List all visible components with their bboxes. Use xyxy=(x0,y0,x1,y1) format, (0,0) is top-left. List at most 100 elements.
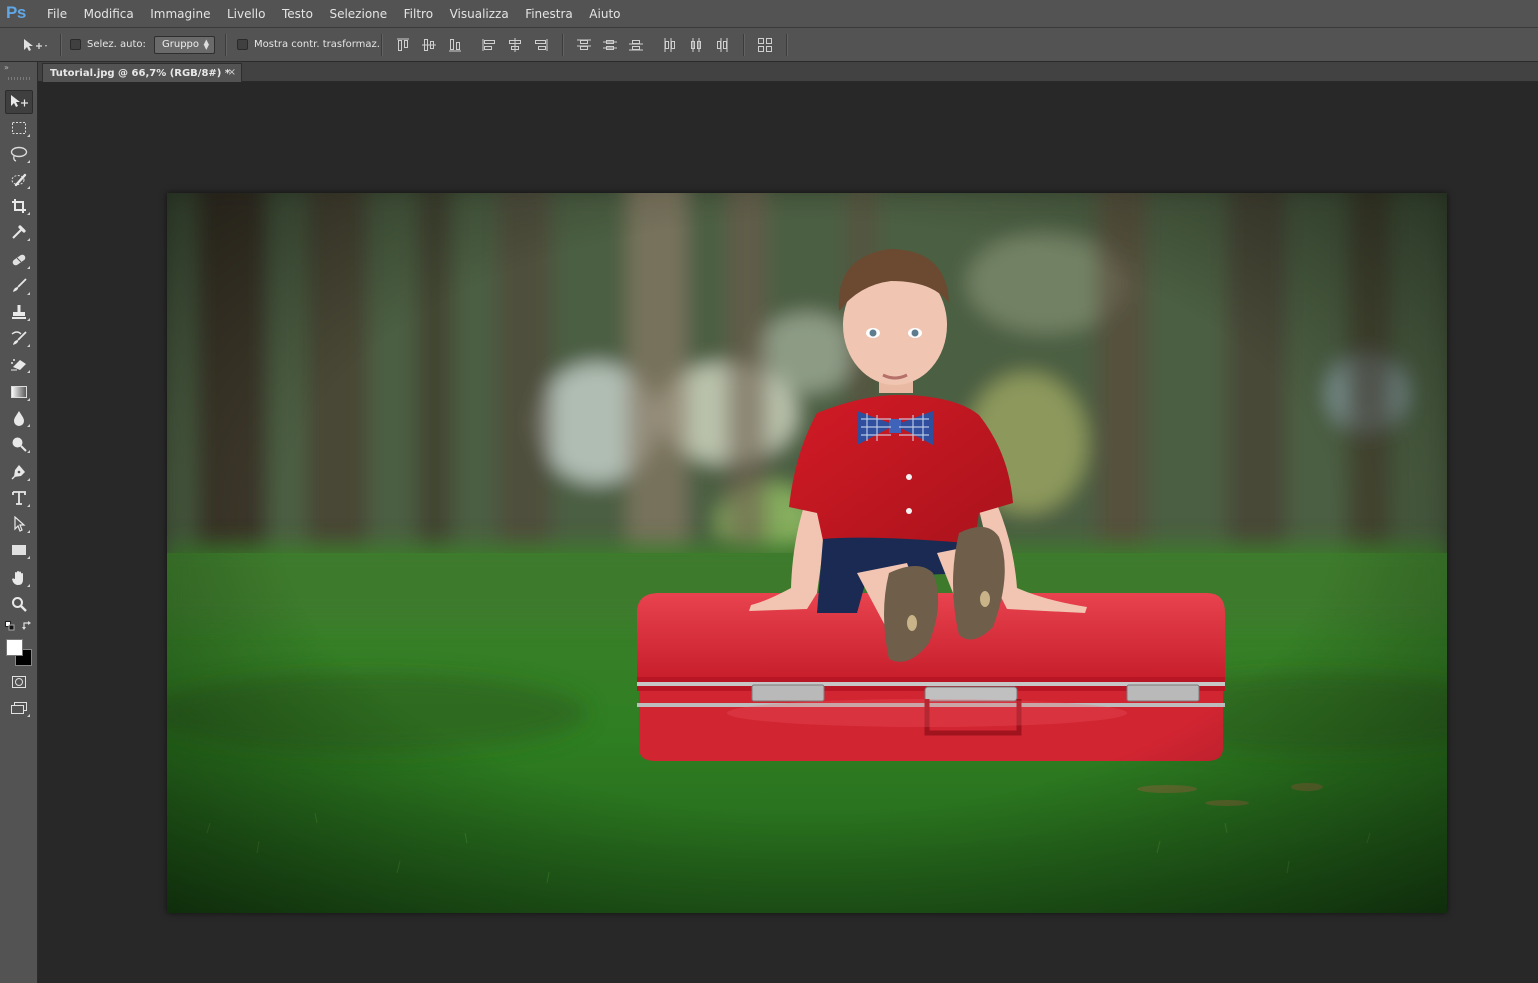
separator xyxy=(786,34,788,56)
blur-icon xyxy=(14,411,24,426)
healing-brush-tool[interactable] xyxy=(5,248,33,272)
type-icon xyxy=(12,491,26,505)
document-tab[interactable]: Tutorial.jpg @ 66,7% (RGB/8#) * × xyxy=(42,63,242,82)
menu-file[interactable]: File xyxy=(47,7,67,21)
auto-select-label: Selez. auto: xyxy=(87,39,146,50)
eyedropper-icon xyxy=(12,225,26,239)
show-transform-option[interactable]: Mostra contr. trasformaz. xyxy=(237,28,380,61)
distribute-left-edges-icon[interactable] xyxy=(662,37,678,53)
clone-stamp-tool[interactable] xyxy=(5,300,33,324)
brush-icon xyxy=(13,278,27,292)
clone-stamp-icon xyxy=(12,305,26,319)
align-top-edges-icon[interactable] xyxy=(395,37,411,53)
menu-visualizza[interactable]: Visualizza xyxy=(450,7,509,21)
separator xyxy=(381,34,383,56)
move-tool[interactable] xyxy=(5,90,33,114)
history-brush-tool[interactable] xyxy=(5,326,33,350)
separator xyxy=(60,34,62,56)
distribute-bottom-edges-icon[interactable] xyxy=(628,37,644,53)
show-transform-checkbox[interactable] xyxy=(237,39,248,50)
lasso-tool[interactable] xyxy=(5,142,33,166)
quick-mask-button[interactable] xyxy=(5,670,33,694)
blur-tool[interactable] xyxy=(5,406,33,430)
healing-brush-icon xyxy=(12,254,26,266)
move-icon xyxy=(11,95,28,107)
align-horizontal-centers-icon[interactable] xyxy=(507,37,523,53)
menu-finestra[interactable]: Finestra xyxy=(525,7,573,21)
auto-align-layers-icon[interactable] xyxy=(757,37,773,53)
distribute-top-edges-icon[interactable] xyxy=(576,37,592,53)
dodge-icon xyxy=(12,437,27,452)
auto-select-checkbox[interactable] xyxy=(70,39,81,50)
rectangular-marquee-icon xyxy=(12,122,26,134)
quick-selection-icon xyxy=(11,173,27,187)
document-tab-strip: Tutorial.jpg @ 66,7% (RGB/8#) * × xyxy=(38,62,1538,82)
zoom-icon xyxy=(12,597,27,612)
path-selection-icon xyxy=(14,516,26,532)
quick-mask-icon xyxy=(12,676,26,688)
auto-select-option[interactable]: Selez. auto: xyxy=(70,28,146,61)
crop-tool[interactable] xyxy=(5,194,33,218)
screen-mode-icon xyxy=(11,702,27,714)
document-canvas-image[interactable] xyxy=(167,193,1447,913)
rectangular-marquee-tool[interactable] xyxy=(5,116,33,140)
align-vertical-centers-icon[interactable] xyxy=(421,37,437,53)
type-tool[interactable] xyxy=(5,486,33,510)
screen-mode-button[interactable] xyxy=(5,696,33,720)
eyedropper-tool[interactable] xyxy=(5,220,33,244)
photo-boy-on-red-suitcase xyxy=(167,193,1447,913)
tool-preset-picker[interactable] xyxy=(22,28,48,61)
align-bottom-edges-icon[interactable] xyxy=(447,37,463,53)
menu-selezione[interactable]: Selezione xyxy=(329,7,387,21)
quick-selection-tool[interactable] xyxy=(5,168,33,192)
menu-filtro[interactable]: Filtro xyxy=(404,7,433,21)
path-selection-tool[interactable] xyxy=(5,512,33,536)
align-left-edges-icon[interactable] xyxy=(481,37,497,53)
distribute-horizontal-centers-icon[interactable] xyxy=(688,37,704,53)
group-dropdown-value: Gruppo xyxy=(162,39,200,50)
document-tab-title: Tutorial.jpg @ 66,7% (RGB/8#) * xyxy=(50,67,231,79)
history-brush-icon xyxy=(11,331,27,345)
menu-modifica[interactable]: Modifica xyxy=(84,7,134,21)
close-icon[interactable]: × xyxy=(228,67,236,78)
photoshop-logo: Ps xyxy=(6,3,26,22)
main-menu: File Modifica Immagine Livello Testo Sel… xyxy=(47,7,637,21)
align-right-edges-icon[interactable] xyxy=(533,37,549,53)
dropdown-arrows-icon: ▲ ▼ xyxy=(203,37,209,51)
dodge-tool[interactable] xyxy=(5,432,33,456)
distribute-right-edges-icon[interactable] xyxy=(714,37,730,53)
zoom-tool[interactable] xyxy=(5,592,33,616)
auto-select-target[interactable]: Gruppo ▲ ▼ xyxy=(154,28,215,61)
swap-colors-icon[interactable] xyxy=(22,620,33,631)
lasso-icon xyxy=(10,146,28,162)
menu-immagine[interactable]: Immagine xyxy=(150,7,210,21)
move-tool-preset-icon xyxy=(24,38,47,51)
menu-aiuto[interactable]: Aiuto xyxy=(589,7,620,21)
brush-tool[interactable] xyxy=(5,274,33,298)
show-transform-label: Mostra contr. trasformaz. xyxy=(254,39,380,50)
eraser-tool[interactable] xyxy=(5,352,33,376)
options-bar: Selez. auto: Gruppo ▲ ▼ Mostra contr. tra… xyxy=(0,28,1538,62)
separator xyxy=(743,34,745,56)
rectangle-shape-icon xyxy=(12,545,26,555)
hand-icon xyxy=(12,571,23,585)
crop-icon xyxy=(12,199,26,213)
collapse-panel-icon[interactable]: » xyxy=(4,63,9,72)
gradient-tool[interactable] xyxy=(5,380,33,404)
eraser-icon xyxy=(11,359,26,371)
menu-livello[interactable]: Livello xyxy=(227,7,266,21)
foreground-color-swatch[interactable] xyxy=(6,639,23,656)
rectangle-tool[interactable] xyxy=(5,538,33,562)
hand-tool[interactable] xyxy=(5,566,33,590)
default-colors-icon[interactable] xyxy=(5,621,15,631)
gradient-icon xyxy=(11,386,27,398)
menu-bar: Ps File Modifica Immagine Livello Testo … xyxy=(0,0,1538,28)
pen-tool[interactable] xyxy=(5,460,33,484)
pen-icon xyxy=(11,465,25,480)
distribute-vertical-centers-icon[interactable] xyxy=(602,37,618,53)
panel-grip[interactable] xyxy=(8,77,30,80)
separator xyxy=(562,34,564,56)
menu-testo[interactable]: Testo xyxy=(282,7,313,21)
separator xyxy=(225,34,227,56)
group-dropdown[interactable]: Gruppo ▲ ▼ xyxy=(154,35,215,54)
